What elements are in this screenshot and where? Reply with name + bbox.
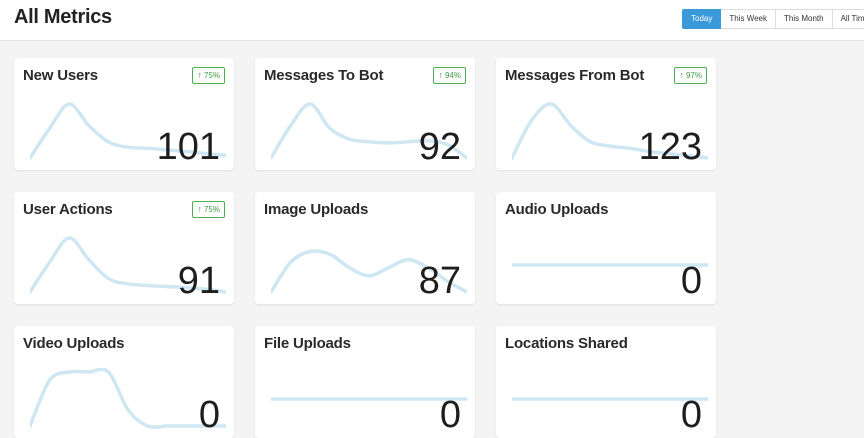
trend-badge-value: 94%: [444, 71, 461, 80]
metric-card-file-uploads[interactable]: File Uploads 0: [255, 326, 475, 438]
metric-value: 0: [439, 394, 461, 436]
arrow-up-icon: ↑: [197, 204, 202, 214]
card-title: File Uploads: [264, 335, 351, 352]
sparkline-chart: [30, 368, 226, 429]
arrow-up-icon: ↑: [197, 70, 202, 80]
trend-badge-value: 97%: [685, 71, 702, 80]
card-title: User Actions: [23, 201, 113, 218]
trend-badge-value: 75%: [203, 71, 220, 80]
range-this-week-button[interactable]: This Week: [721, 9, 776, 29]
metric-value: 91: [177, 260, 220, 302]
date-range-selector: Today This Week This Month All Time: [682, 9, 864, 29]
arrow-up-icon: ↑: [679, 70, 684, 80]
card-title: Video Uploads: [23, 335, 125, 352]
sparkline-chart: [271, 397, 467, 401]
trend-badge: ↑ 97%: [674, 67, 707, 84]
card-title: New Users: [23, 67, 98, 84]
trend-badge: ↑ 94%: [433, 67, 466, 84]
page-title: All Metrics: [14, 6, 112, 28]
card-title: Image Uploads: [264, 201, 369, 218]
metric-card-video-uploads[interactable]: Video Uploads 0: [14, 326, 234, 438]
range-all-time-button[interactable]: All Time: [832, 9, 864, 29]
metric-card-new-users[interactable]: New Users ↑ 75% 101: [14, 58, 234, 170]
metric-card-locations-shared[interactable]: Locations Shared 0: [496, 326, 716, 438]
card-title: Messages To Bot: [264, 67, 384, 84]
sparkline-path: [30, 368, 226, 429]
arrow-up-icon: ↑: [438, 70, 443, 80]
metric-card-user-actions[interactable]: User Actions ↑ 75% 91: [14, 192, 234, 304]
sparkline-chart: [512, 263, 708, 267]
trend-badge-value: 75%: [203, 205, 220, 214]
card-title: Messages From Bot: [505, 67, 645, 84]
metric-value: 101: [156, 126, 220, 168]
card-title: Audio Uploads: [505, 201, 609, 218]
metric-card-audio-uploads[interactable]: Audio Uploads 0: [496, 192, 716, 304]
range-today-button[interactable]: Today: [682, 9, 722, 29]
metric-value: 0: [198, 394, 220, 436]
metric-value: 87: [418, 260, 461, 302]
trend-badge: ↑ 75%: [192, 67, 225, 84]
metric-value: 0: [680, 260, 702, 302]
range-this-month-button[interactable]: This Month: [776, 9, 833, 29]
metric-card-messages-to-bot[interactable]: Messages To Bot ↑ 94% 92: [255, 58, 475, 170]
metric-value: 92: [418, 126, 461, 168]
metric-card-image-uploads[interactable]: Image Uploads 87: [255, 192, 475, 304]
trend-badge: ↑ 75%: [192, 201, 225, 218]
metric-value: 0: [680, 394, 702, 436]
card-title: Locations Shared: [505, 335, 628, 352]
header-bar: All Metrics Today This Week This Month A…: [0, 0, 864, 41]
sparkline-chart: [512, 397, 708, 401]
metric-value: 123: [638, 126, 702, 168]
metric-card-messages-from-bot[interactable]: Messages From Bot ↑ 97% 123: [496, 58, 716, 170]
